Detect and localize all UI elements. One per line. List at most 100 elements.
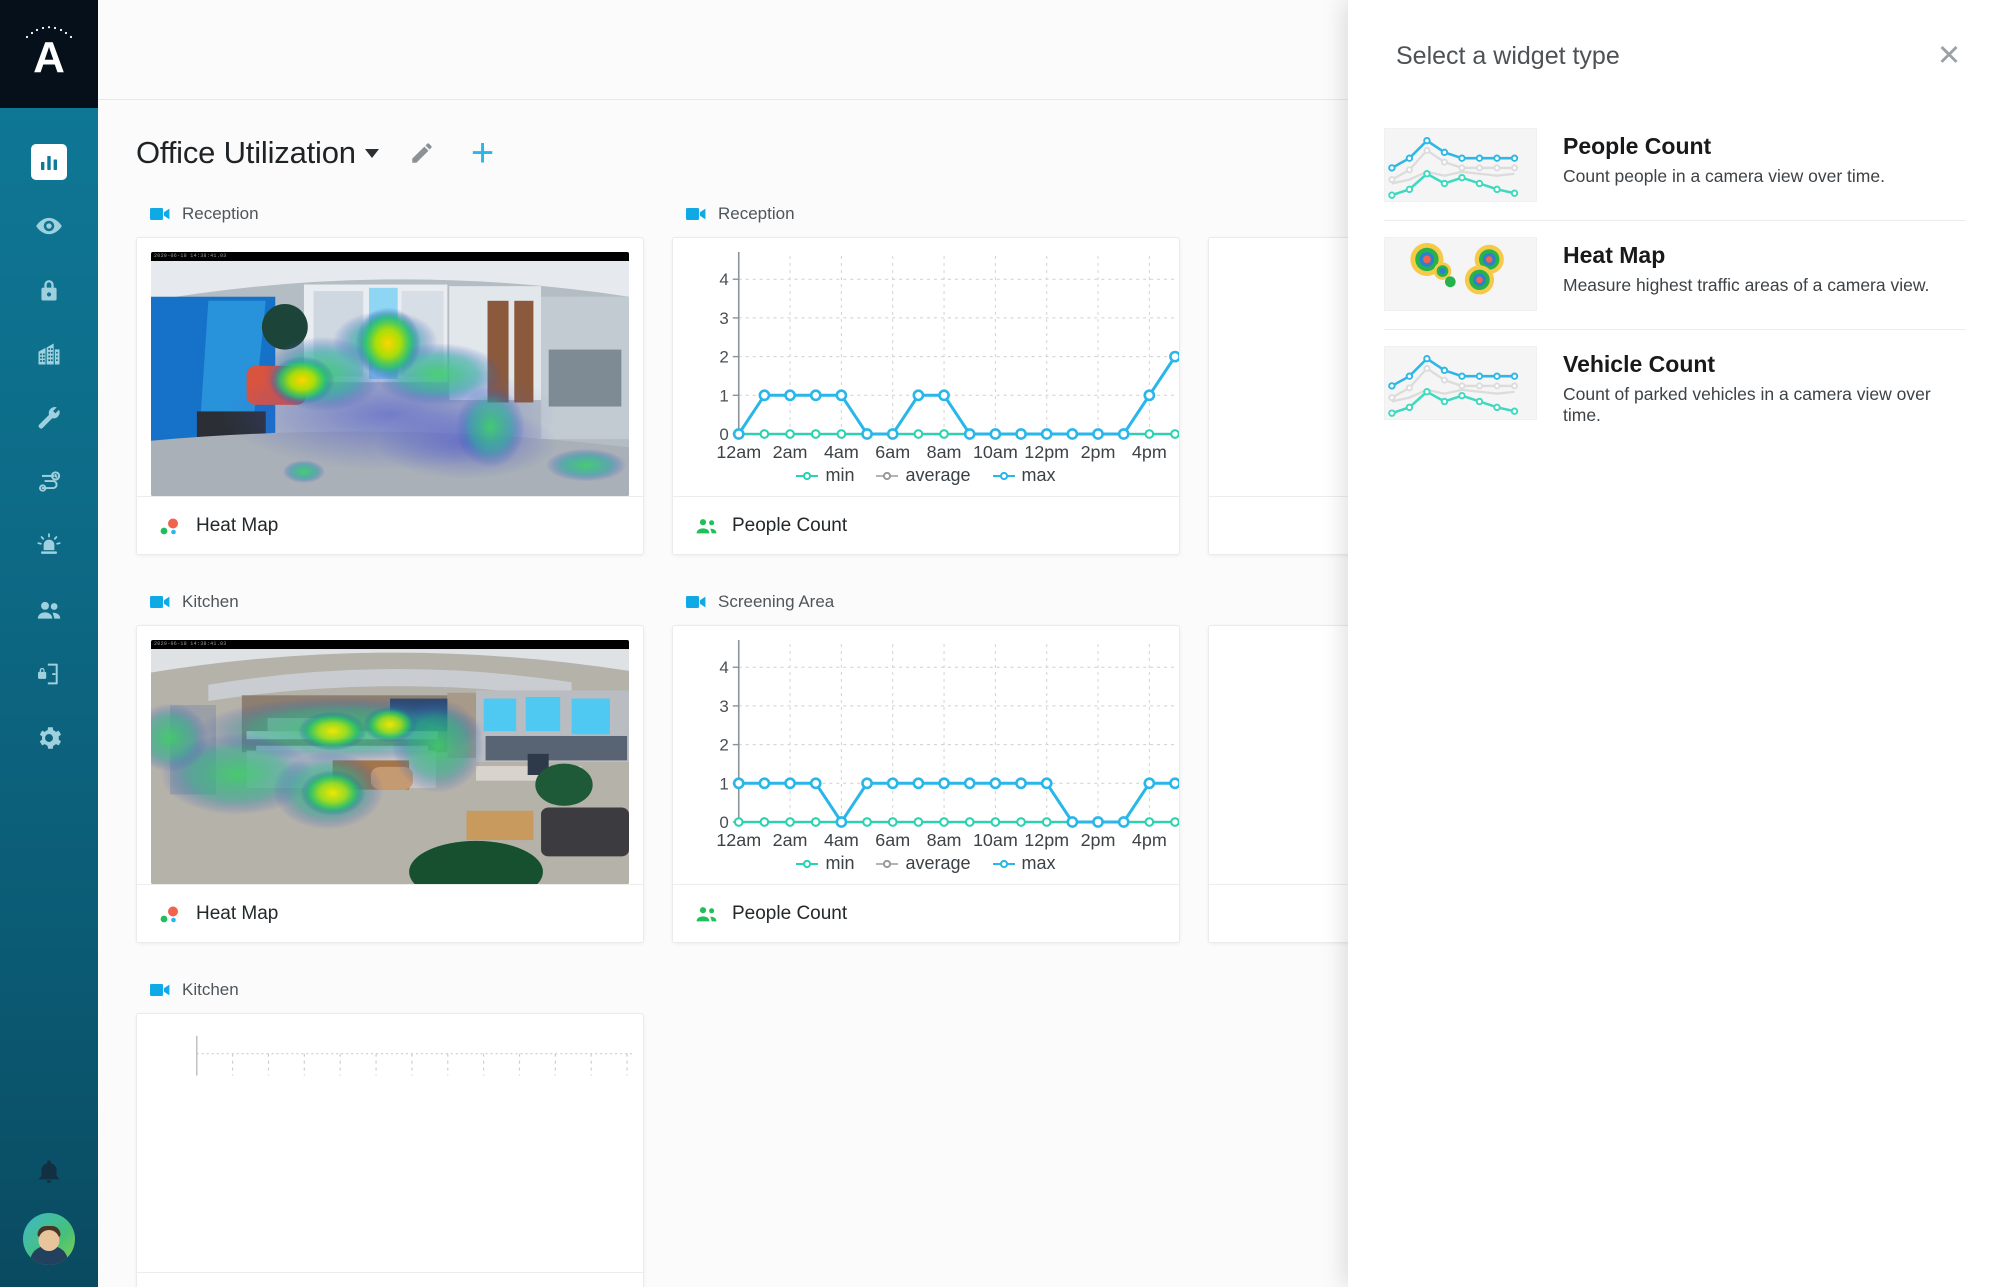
widget-footer xyxy=(137,1272,643,1287)
sidebar-item-doors[interactable] xyxy=(18,642,80,706)
widget-option-description: Count of parked vehicles in a camera vie… xyxy=(1563,383,1931,425)
widget-footer: People Count xyxy=(673,496,1179,554)
thumb-heat-map-icon xyxy=(1410,242,1504,295)
svg-text:4am: 4am xyxy=(824,830,859,850)
widget-option-text: Heat Map Measure highest traffic areas o… xyxy=(1563,237,1929,296)
line-chart-thumb xyxy=(1384,128,1537,202)
add-widget-button[interactable]: + xyxy=(471,133,494,173)
widget-option-description: Count people in a camera view over time. xyxy=(1563,165,1885,186)
heat-map-icon xyxy=(160,518,178,534)
svg-text:4pm: 4pm xyxy=(1132,442,1167,462)
svg-text:2am: 2am xyxy=(773,830,808,850)
door-lock-icon xyxy=(38,663,58,685)
svg-text:6am: 6am xyxy=(875,830,910,850)
camera-icon xyxy=(150,596,170,608)
svg-text:12am: 12am xyxy=(716,442,761,462)
widget-cell: Reception 2020-06-18 14:38:41.03 Heat Ma… xyxy=(136,191,644,579)
pencil-icon xyxy=(412,143,432,163)
svg-text:2am: 2am xyxy=(773,442,808,462)
camera-icon xyxy=(150,984,170,996)
widget-cell: Screening Area 0 1 2 3 4 12am 2am 4am 6am 8am 10am… xyxy=(672,579,1180,967)
camera-name: Reception xyxy=(182,204,259,223)
camera-label: Reception xyxy=(672,191,1180,237)
app-root: A Office Utilization + Reception 2020-06… xyxy=(0,0,2000,1287)
thumb-line-chart-icon xyxy=(1388,354,1519,417)
camera-label: Screening Area xyxy=(672,579,1180,625)
widget-card-people-count[interactable]: 0 1 2 3 4 12am 2am 4am 6am 8am 10am 12pm 2pm 4pm min xyxy=(672,625,1180,943)
widget-option-vehicle-count[interactable]: Vehicle Count Count of parked vehicles i… xyxy=(1384,330,1966,444)
svg-text:10am: 10am xyxy=(973,442,1018,462)
widget-option-title: Heat Map xyxy=(1563,242,1666,268)
legend-item-min: min xyxy=(796,465,854,486)
sidebar-item-live-view[interactable] xyxy=(18,194,80,258)
widget-option-text: People Count Count people in a camera vi… xyxy=(1563,128,1885,187)
svg-text:2: 2 xyxy=(719,348,728,367)
widget-option-title: Vehicle Count xyxy=(1563,351,1716,377)
legend-min-label: min xyxy=(825,853,855,873)
heat-map-image: 2020-06-18 14:38:41.03 xyxy=(151,252,629,496)
reception-scene xyxy=(151,252,629,496)
sidebar-item-sites[interactable] xyxy=(18,322,80,386)
close-icon[interactable]: ✕ xyxy=(1932,39,1966,73)
widget-type-panel: Select a widget type ✕ People Count Coun… xyxy=(1348,0,2000,1287)
logo-letter: A xyxy=(33,33,65,82)
svg-text:10am: 10am xyxy=(973,830,1018,850)
camera-name: Screening Area xyxy=(718,592,835,611)
avatar[interactable] xyxy=(23,1213,75,1265)
sidebar-nav xyxy=(18,130,80,770)
legend-average-marker xyxy=(876,471,899,480)
widget-card-heat-map[interactable]: 2020-06-18 14:38:41.03 Heat Map xyxy=(136,625,644,943)
svg-text:2pm: 2pm xyxy=(1081,442,1116,462)
edit-dashboard-button[interactable] xyxy=(409,140,435,166)
camera-icon xyxy=(686,596,706,608)
partial-chart xyxy=(196,1035,636,1076)
svg-text:1: 1 xyxy=(719,386,728,405)
widget-card-partial[interactable] xyxy=(136,1013,644,1287)
alarm-light-icon xyxy=(37,533,61,554)
widget-option-description: Measure highest traffic areas of a camer… xyxy=(1563,274,1930,295)
sidebar-item-alerts[interactable] xyxy=(18,514,80,578)
kitchen-scene xyxy=(151,640,629,884)
widget-card-heat-map[interactable]: 2020-06-18 14:38:41.03 Heat Map xyxy=(136,237,644,555)
left-sidebar: A xyxy=(0,0,98,1287)
sidebar-item-maintenance[interactable] xyxy=(18,386,80,450)
sidebar-bottom xyxy=(0,1141,98,1287)
sidebar-item-dashboards[interactable] xyxy=(18,130,80,194)
svg-text:3: 3 xyxy=(719,697,728,716)
widget-cell: Kitchen xyxy=(136,967,644,1287)
svg-text:12pm: 12pm xyxy=(1024,442,1069,462)
camera-name: Kitchen xyxy=(182,980,239,999)
widget-cell: Kitchen 2020-06-18 14:38:41.03 Heat Map xyxy=(136,579,644,967)
line-chart-thumb xyxy=(1384,346,1537,420)
widget-body: 2020-06-18 14:38:41.03 xyxy=(137,238,643,496)
heat-map-icon xyxy=(160,906,178,922)
sidebar-item-schedules[interactable] xyxy=(18,450,80,514)
widget-body: 2020-06-18 14:38:41.03 xyxy=(137,626,643,884)
legend-max-label: max xyxy=(1021,465,1056,485)
sidebar-item-access-control[interactable] xyxy=(18,258,80,322)
legend-item-average: average xyxy=(876,853,971,874)
widget-option-title: People Count xyxy=(1563,133,1712,159)
panel-header: Select a widget type ✕ xyxy=(1348,0,2000,112)
widget-cell: Reception 0 1 2 3 4 12am 2am 4am 6am 8am 10am 12pm 2… xyxy=(672,191,1180,579)
gear-icon xyxy=(39,727,62,749)
camera-label: Kitchen xyxy=(136,967,644,1013)
legend-item-max: max xyxy=(992,853,1056,874)
legend-item-average: average xyxy=(876,465,971,486)
sidebar-item-settings[interactable] xyxy=(18,706,80,770)
widget-option-people-count[interactable]: People Count Count people in a camera vi… xyxy=(1384,112,1966,221)
chart-legend: min average max xyxy=(673,853,1179,874)
svg-text:3: 3 xyxy=(719,309,728,328)
widget-option-heat-map[interactable]: Heat Map Measure highest traffic areas o… xyxy=(1384,221,1966,330)
widget-type-label: People Count xyxy=(732,514,848,536)
svg-text:8am: 8am xyxy=(927,442,962,462)
notifications-button[interactable] xyxy=(18,1141,80,1203)
wrench-icon xyxy=(38,407,60,429)
widget-card-people-count[interactable]: 0 1 2 3 4 12am 2am 4am 6am 8am 10am 12pm 2pm 4pm min xyxy=(672,237,1180,555)
sidebar-item-users[interactable] xyxy=(18,578,80,642)
legend-average-marker xyxy=(876,859,899,868)
chevron-down-icon[interactable] xyxy=(364,148,379,158)
legend-item-min: min xyxy=(796,853,854,874)
svg-text:4pm: 4pm xyxy=(1132,830,1167,850)
app-logo[interactable]: A xyxy=(0,0,98,108)
